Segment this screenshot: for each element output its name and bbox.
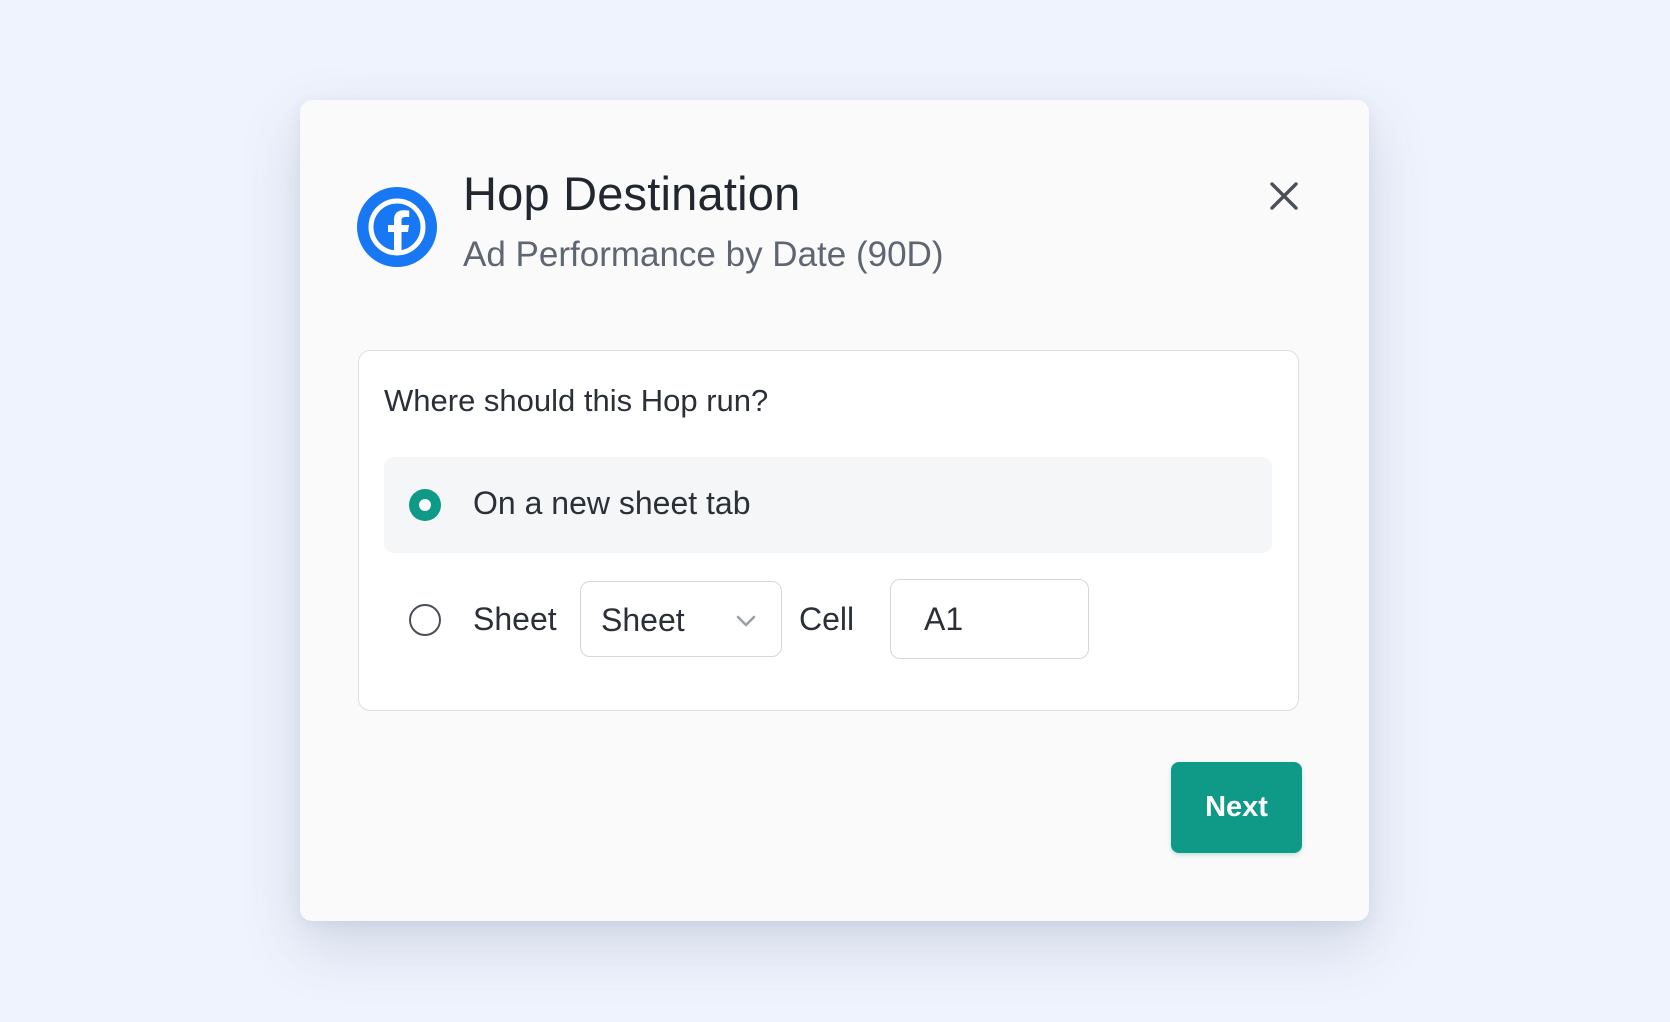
radio-new-sheet-tab[interactable] <box>409 489 441 521</box>
cell-label: Cell <box>799 601 855 637</box>
hop-destination-dialog: Hop Destination Ad Performance by Date (… <box>300 100 1369 921</box>
destination-options-panel: Where should this Hop run? On a new shee… <box>358 350 1299 711</box>
option-new-sheet-tab-label: On a new sheet tab <box>473 485 751 521</box>
cell-input[interactable] <box>890 579 1089 659</box>
next-button[interactable]: Next <box>1171 762 1302 853</box>
sheet-select-value: Sheet <box>601 602 685 638</box>
facebook-icon <box>357 187 437 267</box>
option-existing-sheet: Sheet Sheet Cell <box>384 579 1272 661</box>
close-icon <box>1270 182 1298 210</box>
sheet-select[interactable]: Sheet <box>580 581 782 657</box>
destination-question: Where should this Hop run? <box>384 383 769 418</box>
close-button[interactable] <box>1260 172 1308 220</box>
dialog-subtitle: Ad Performance by Date (90D) <box>463 235 944 274</box>
dialog-title: Hop Destination <box>463 167 801 220</box>
radio-existing-sheet[interactable] <box>409 604 441 636</box>
chevron-down-icon <box>736 615 756 627</box>
option-sheet-label: Sheet <box>473 601 557 637</box>
option-new-sheet-tab[interactable]: On a new sheet tab <box>384 457 1272 553</box>
